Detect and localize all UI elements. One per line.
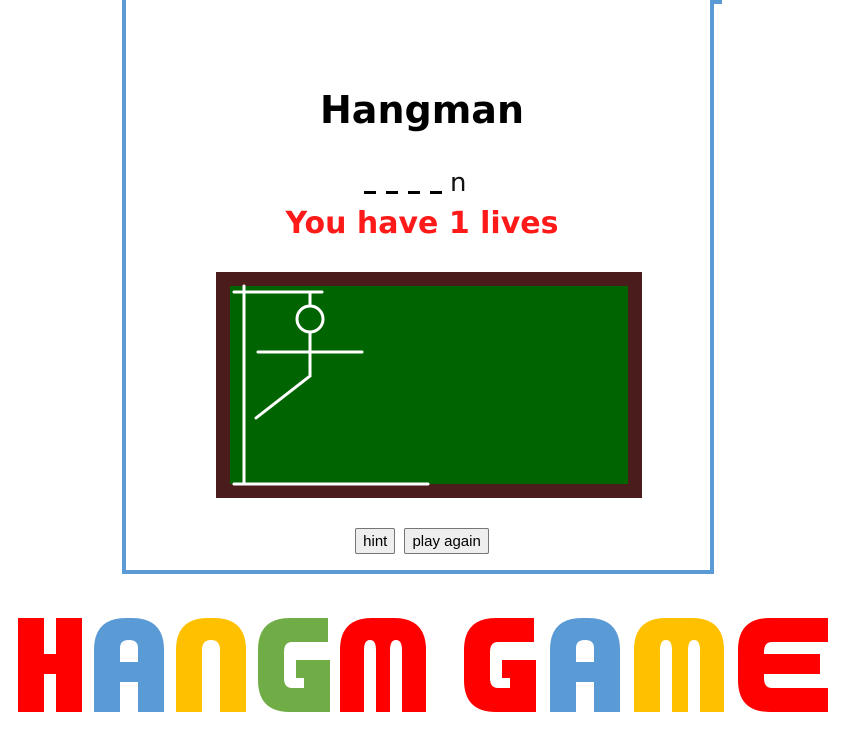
logo-letter-g2 <box>464 618 536 712</box>
logo-letter-n <box>176 618 246 712</box>
letter-slot-5: n <box>450 168 467 198</box>
hint-button[interactable]: hint <box>355 528 396 554</box>
hangman-board <box>216 272 642 498</box>
logo-letter-h <box>18 618 82 712</box>
letter-slot-2 <box>384 166 400 198</box>
button-row: hint play again <box>122 528 722 554</box>
lives-counter: You have 1 lives <box>285 206 559 241</box>
logo-letter-m2 <box>634 618 724 712</box>
letter-slot-4 <box>428 166 444 198</box>
logo-letter-a2 <box>550 618 620 712</box>
board-surface <box>230 286 628 484</box>
logo-letter-a <box>94 618 164 712</box>
play-again-button[interactable]: play again <box>404 528 489 554</box>
letter-slot-3 <box>406 166 422 198</box>
logo-letters <box>18 618 828 712</box>
game-title: Hangman <box>320 88 524 132</box>
logo-letter-m <box>340 618 426 712</box>
letter-slot-1 <box>362 166 378 198</box>
logo-letter-e <box>738 618 828 712</box>
hangm-game-logo <box>18 618 828 712</box>
word-display: n <box>362 166 466 198</box>
logo-letter-g <box>258 618 330 712</box>
